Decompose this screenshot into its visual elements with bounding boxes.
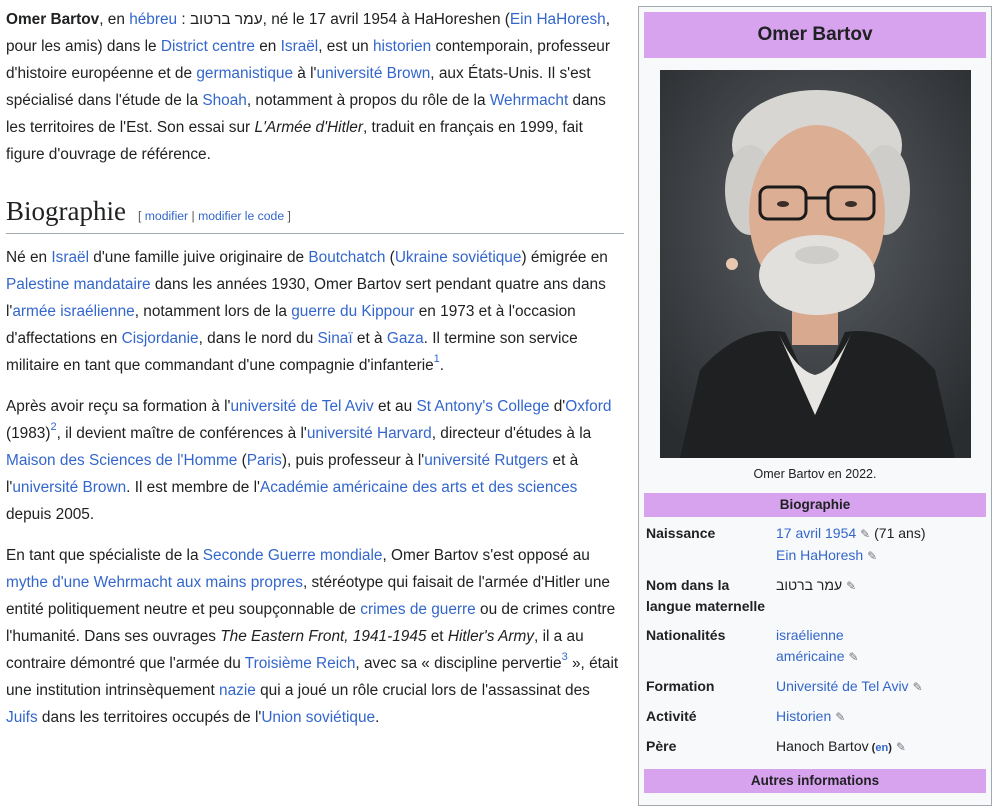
value-activite: Historien ✎: [776, 706, 986, 728]
link-universite-brown[interactable]: université Brown: [12, 479, 126, 496]
link-union-sovietique[interactable]: Union soviétique: [261, 709, 375, 726]
link-universite-rutgers[interactable]: université Rutgers: [424, 452, 548, 469]
link-oxford[interactable]: Oxford: [565, 398, 611, 415]
link-historien[interactable]: historien: [373, 38, 431, 55]
pencil-icon[interactable]: ✎: [896, 740, 906, 754]
portrait-photo[interactable]: [659, 70, 971, 458]
section-heading: Biographie [ modifier | modifier le code…: [6, 194, 624, 234]
row-nom-langue-maternelle: Nom dans la langue maternelle עמר ברטוב ✎: [644, 571, 986, 621]
row-pere: Père Hanoch Bartov (en) ✎: [644, 732, 986, 763]
value-formation: Université de Tel Aviv ✎: [776, 676, 986, 698]
link-hebreu[interactable]: hébreu: [129, 11, 177, 28]
link-formation[interactable]: Université de Tel Aviv: [776, 678, 909, 694]
intro-paragraph: Omer Bartov, en hébreu : עמר ברטוב, né l…: [6, 11, 611, 163]
link-nationalite-americaine[interactable]: américaine: [776, 648, 844, 664]
infobox-section-biographie: Biographie: [644, 493, 986, 517]
bio-paragraph-1: Né en Israël d'une famille juive origina…: [6, 249, 608, 374]
value-nom-langue-maternelle: עמר ברטוב ✎: [776, 577, 857, 593]
reference-1[interactable]: 1: [434, 353, 440, 365]
row-activite: Activité Historien ✎: [644, 702, 986, 732]
label-nom-langue-maternelle: Nom dans la langue maternelle: [646, 577, 766, 614]
link-wehrmacht[interactable]: Wehrmacht: [490, 92, 568, 109]
pencil-icon[interactable]: ✎: [835, 710, 845, 724]
bio-paragraph-2: Après avoir reçu sa formation à l'univer…: [6, 398, 612, 523]
link-crimes-de-guerre[interactable]: crimes de guerre: [360, 601, 475, 618]
link-boutchatch[interactable]: Boutchatch: [308, 249, 385, 266]
link-universite-harvard[interactable]: université Harvard: [307, 425, 432, 442]
link-universite-brown[interactable]: université Brown: [317, 65, 431, 82]
link-sinai[interactable]: Sinaï: [318, 330, 353, 347]
link-cisjordanie[interactable]: Cisjordanie: [122, 330, 199, 347]
link-academie-americaine[interactable]: Académie américaine des arts et des scie…: [260, 479, 577, 496]
edit-code-link[interactable]: modifier le code: [198, 209, 284, 223]
link-maison-sciences-homme[interactable]: Maison des Sciences de l'Homme: [6, 452, 237, 469]
pencil-icon[interactable]: ✎: [913, 680, 923, 694]
label-formation: Formation: [646, 678, 715, 694]
link-en-wiki[interactable]: en: [875, 742, 888, 754]
label-pere: Père: [646, 738, 677, 754]
book-title-eastern-front: The Eastern Front, 1941-1945: [220, 628, 427, 645]
link-israel[interactable]: Israël: [51, 249, 89, 266]
pencil-icon[interactable]: ✎: [848, 650, 858, 664]
link-birth-date[interactable]: 17 avril 1954: [776, 525, 856, 541]
link-juifs[interactable]: Juifs: [6, 709, 38, 726]
link-nationalite-israelienne[interactable]: israélienne: [776, 627, 844, 643]
link-paris[interactable]: Paris: [247, 452, 282, 469]
link-israel[interactable]: Israël: [281, 38, 319, 55]
infobox: Omer Bartov Omer Bartov en 2022. Biograp…: [638, 6, 992, 806]
link-st-antonys-college[interactable]: St Antony's College: [416, 398, 549, 415]
book-title: L'Armée d'Hitler: [254, 119, 363, 136]
label-naissance: Naissance: [646, 525, 716, 541]
link-guerre-kippour[interactable]: guerre du Kippour: [291, 303, 414, 320]
edit-section-links: [ modifier | modifier le code ]: [137, 209, 291, 223]
link-nazie[interactable]: nazie: [219, 682, 256, 699]
link-armee-israelienne[interactable]: armée israélienne: [12, 303, 134, 320]
subject-name: Omer Bartov: [6, 11, 100, 28]
link-birth-place[interactable]: Ein HaHoresh: [776, 547, 863, 563]
link-palestine-mandataire[interactable]: Palestine mandataire: [6, 276, 151, 293]
value-naissance: 17 avril 1954 ✎ (71 ans) Ein HaHoresh ✎: [776, 525, 926, 563]
reference-2[interactable]: 2: [51, 421, 57, 433]
link-germanistique[interactable]: germanistique: [196, 65, 293, 82]
label-nationalites: Nationalités: [646, 627, 726, 643]
link-district-centre[interactable]: District centre: [161, 38, 255, 55]
infobox-rows: Naissance 17 avril 1954 ✎ (71 ans) Ein Ha…: [644, 519, 986, 763]
infobox-title: Omer Bartov: [644, 12, 986, 58]
row-formation: Formation Université de Tel Aviv ✎: [644, 672, 986, 702]
link-ukraine-sovietique[interactable]: Ukraine soviétique: [395, 249, 522, 266]
bio-paragraph-3: En tant que spécialiste de la Seconde Gu…: [6, 547, 619, 726]
photo-caption: Omer Bartov en 2022.: [753, 467, 877, 481]
link-activite[interactable]: Historien: [776, 708, 831, 724]
infobox-section-autres-informations: Autres informations: [644, 769, 986, 793]
value-nationalites: israélienne américaine ✎: [776, 625, 986, 668]
value-pere: Hanoch Bartov (en) ✎: [776, 738, 906, 754]
row-nationalites: Nationalités israélienne américaine ✎: [644, 621, 986, 672]
reference-3[interactable]: 3: [562, 651, 568, 663]
label-activite: Activité: [646, 708, 697, 724]
link-mythe-wehrmacht[interactable]: mythe d'une Wehrmacht aux mains propres: [6, 574, 303, 591]
row-naissance: Naissance 17 avril 1954 ✎ (71 ans) Ein Ha…: [644, 519, 986, 571]
book-title-hitlers-army: Hitler's Army: [447, 628, 535, 645]
section-title: Biographie: [6, 196, 126, 226]
link-universite-tel-aviv[interactable]: université de Tel Aviv: [231, 398, 374, 415]
link-shoah[interactable]: Shoah: [202, 92, 247, 109]
pencil-icon[interactable]: ✎: [846, 579, 856, 593]
edit-link[interactable]: modifier: [145, 209, 188, 223]
link-seconde-guerre-mondiale[interactable]: Seconde Guerre mondiale: [203, 547, 383, 564]
link-gaza[interactable]: Gaza: [387, 330, 424, 347]
pencil-icon[interactable]: ✎: [867, 549, 877, 563]
link-ein-hahoresh[interactable]: Ein HaHoresh: [510, 11, 606, 28]
link-troisieme-reich[interactable]: Troisième Reich: [245, 655, 356, 672]
article-body: Omer Bartov, en hébreu : עמר ברטוב, né l…: [6, 6, 624, 745]
pencil-icon[interactable]: ✎: [860, 527, 870, 541]
